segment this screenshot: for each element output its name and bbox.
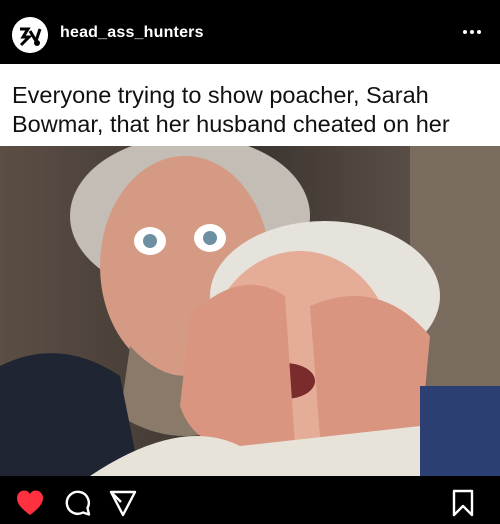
comment-icon [65, 490, 91, 516]
comment-button[interactable] [62, 488, 92, 518]
post-header: head_ass_hunters [0, 0, 500, 64]
heart-icon [17, 490, 43, 515]
bookmark-icon [452, 489, 474, 517]
post-image[interactable]: Everyone trying to show poacher, Sarah B… [0, 64, 500, 476]
ellipsis-icon [463, 30, 467, 34]
more-options-button[interactable] [460, 20, 484, 44]
username[interactable]: head_ass_hunters [60, 24, 204, 42]
share-button[interactable] [108, 488, 138, 518]
meme-photo-illustration [0, 146, 500, 476]
head-ass-hunters-logo-icon [12, 17, 48, 53]
post-actions [0, 476, 500, 524]
meme-photo [0, 146, 500, 476]
avatar[interactable] [12, 17, 48, 53]
meme-caption: Everyone trying to show poacher, Sarah B… [12, 82, 450, 137]
like-button[interactable] [15, 488, 45, 518]
share-icon [109, 490, 137, 517]
save-button[interactable] [448, 488, 478, 518]
